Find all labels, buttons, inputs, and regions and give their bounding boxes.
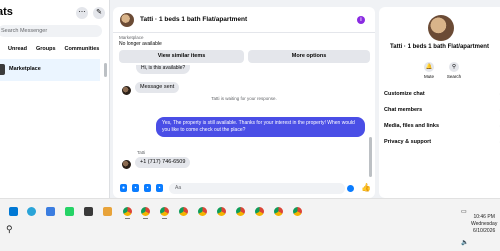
search-icon[interactable]: ⚲ <box>6 224 13 235</box>
section-label: Media, files and links <box>384 123 440 129</box>
incoming-message: Message sent <box>135 82 180 93</box>
gif-icon[interactable]: ▪ <box>156 184 163 192</box>
chrome-icon[interactable] <box>255 207 264 216</box>
chrome-icon[interactable] <box>236 207 245 216</box>
tab-communities[interactable]: Communities <box>65 46 100 52</box>
listing-status: No longer available <box>119 41 162 47</box>
avatar <box>122 86 131 95</box>
panel-title: Tatti · 1 beds 1 bath Flat/apartment <box>390 44 489 50</box>
tab-unread[interactable]: Unread <box>8 46 27 52</box>
tab-groups[interactable]: Groups <box>36 46 56 52</box>
section-media-files-links[interactable]: Media, files and links ⌄ <box>384 123 500 129</box>
conversation-pane: Tatti · 1 beds 1 bath Flat/apartment i M… <box>113 7 375 198</box>
sidebar-scrollbar[interactable] <box>104 63 107 77</box>
search-label: Search <box>446 74 462 79</box>
incoming-message: Hi, is this available? <box>136 65 191 74</box>
marketplace-thumbnail <box>0 64 5 75</box>
chrome-icon[interactable] <box>179 207 188 216</box>
outgoing-message: Yes, The property is still available. Th… <box>156 117 365 137</box>
chat-info-panel: Tatti · 1 beds 1 bath Flat/apartment 🔔 M… <box>379 7 500 198</box>
section-customize-chat[interactable]: Customize chat ⌄ <box>384 91 500 97</box>
sticker-icon[interactable]: ▪ <box>144 184 151 192</box>
section-label: Customize chat <box>384 91 425 97</box>
chat-sidebar: ats ⋯ ✎ Search Messenger Unread Groups C… <box>0 0 110 198</box>
chat-filter-tabs: Unread Groups Communities <box>8 46 99 52</box>
active-indicator <box>162 218 167 219</box>
search-input[interactable]: Search Messenger <box>0 25 102 37</box>
thumbs-up-icon[interactable]: 👍 <box>361 183 371 193</box>
clock-day: Wednesday <box>471 221 498 227</box>
section-label: Chat members <box>384 107 423 113</box>
volume-icon[interactable]: 🔈 <box>461 239 468 246</box>
chrome-icon[interactable] <box>198 207 207 216</box>
search-button[interactable]: ⚲ Search <box>444 62 464 79</box>
sender-name: Tatti <box>137 150 146 155</box>
mute-button[interactable]: 🔔 Mute <box>419 62 439 79</box>
clock-date: 6/10/2026 <box>473 228 496 234</box>
emoji-icon[interactable] <box>347 185 354 192</box>
app-icon[interactable] <box>103 207 112 216</box>
conversation-header: Tatti · 1 beds 1 bath Flat/apartment i <box>113 7 375 33</box>
marketplace-label: Marketplace <box>119 35 144 40</box>
chrome-icon[interactable] <box>217 207 226 216</box>
view-similar-items-button[interactable]: View similar items <box>119 50 244 63</box>
edge-icon[interactable] <box>46 207 55 216</box>
whatsapp-icon[interactable] <box>65 207 74 216</box>
avatar <box>122 160 131 169</box>
search-icon: ⚲ <box>449 62 459 72</box>
section-privacy-support[interactable]: Privacy & support ⌄ <box>384 139 500 145</box>
avatar[interactable] <box>120 13 134 27</box>
chat-list-item-label: Marketplace <box>9 66 41 72</box>
mute-label: Mute <box>423 74 434 79</box>
sidebar-title: ats <box>0 6 13 18</box>
image-icon[interactable]: ▪ <box>132 184 139 192</box>
chrome-icon[interactable] <box>160 207 169 216</box>
messenger-window: ats ⋯ ✎ Search Messenger Unread Groups C… <box>0 0 500 198</box>
chrome-icon[interactable] <box>293 207 302 216</box>
app-icon[interactable] <box>84 207 93 216</box>
microphone-icon[interactable]: ● <box>120 184 127 192</box>
weather-icon[interactable] <box>27 207 36 216</box>
chrome-icon[interactable] <box>141 207 150 216</box>
active-indicator <box>143 218 148 219</box>
more-options-icon[interactable]: ⋯ <box>76 7 88 19</box>
message-composer: ● ▪ ▪ ▪ Aa 👍 <box>113 179 375 198</box>
chat-list-item-marketplace[interactable]: Marketplace <box>0 59 100 81</box>
conversation-scrollbar[interactable] <box>369 137 372 177</box>
battery-icon[interactable]: ▭ <box>461 208 467 215</box>
avatar[interactable] <box>428 15 454 41</box>
info-icon[interactable]: i <box>357 16 365 24</box>
more-options-button[interactable]: More options <box>248 50 370 63</box>
section-chat-members[interactable]: Chat members ⌄ <box>384 107 500 113</box>
waiting-notice: Tatti is waiting for your response. <box>211 96 277 101</box>
chrome-icon[interactable] <box>123 207 132 216</box>
incoming-message: +1 (717) 746-6509 <box>135 157 191 168</box>
active-indicator <box>125 218 130 219</box>
section-label: Privacy & support <box>384 139 432 145</box>
conversation-title[interactable]: Tatti · 1 beds 1 bath Flat/apartment <box>140 16 247 23</box>
message-input[interactable]: Aa <box>169 183 345 194</box>
windows-taskbar: ⚲ ▭ 🔈 10:46 PM Wednesday 6/10/2026 <box>0 198 500 251</box>
system-clock[interactable]: 10:46 PM Wednesday 6/10/2026 <box>471 214 497 235</box>
new-message-icon[interactable]: ✎ <box>93 7 105 19</box>
clock-time: 10:46 PM <box>473 214 495 220</box>
chrome-icon[interactable] <box>274 207 283 216</box>
bell-icon: 🔔 <box>424 62 434 72</box>
start-icon[interactable] <box>9 207 18 216</box>
